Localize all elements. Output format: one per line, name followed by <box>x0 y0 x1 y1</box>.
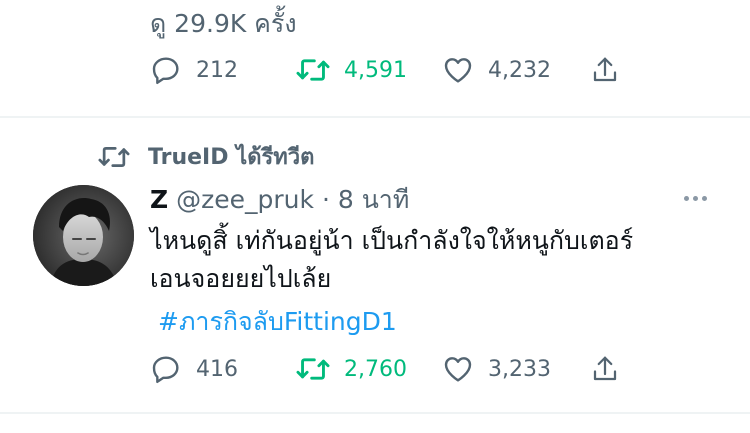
tweet-text-line: ไหนดูสิ้ เท่กันอยู่น้า เป็นกำลังใจให้หนู… <box>150 226 634 255</box>
tweet-header: Z @zee_pruk · 8 นาที <box>150 180 409 220</box>
tweet-timestamp[interactable]: 8 นาที <box>338 185 409 214</box>
reply-icon <box>152 356 179 383</box>
retweet-count: 2,760 <box>344 356 407 382</box>
header-separator: · <box>321 185 330 214</box>
more-dot <box>693 196 698 201</box>
display-name[interactable]: Z <box>150 185 168 214</box>
like-button[interactable]: 3,233 <box>442 351 551 387</box>
avatar[interactable] <box>33 185 134 286</box>
retweet-icon <box>296 59 330 81</box>
user-handle[interactable]: @zee_pruk <box>176 185 314 214</box>
like-count: 3,233 <box>488 356 551 382</box>
more-dot <box>684 196 689 201</box>
share-icon <box>593 57 617 82</box>
like-button[interactable]: 4,232 <box>442 52 551 88</box>
share-button[interactable] <box>590 351 620 387</box>
retweet-button[interactable]: 4,591 <box>296 52 407 88</box>
view-count: ดู 29.9K ครั้ง <box>150 9 297 38</box>
reply-count: 212 <box>196 57 238 83</box>
retweet-count: 4,591 <box>344 57 407 83</box>
tweet-text: ไหนดูสิ้ เท่กันอยู่น้า เป็นกำลังใจให้หนู… <box>150 222 730 298</box>
share-icon <box>593 356 617 381</box>
more-dot <box>702 196 707 201</box>
retweet-icon <box>296 358 330 380</box>
heart-icon <box>444 357 472 382</box>
like-count: 4,232 <box>488 57 551 83</box>
profile-photo <box>33 185 134 286</box>
reply-button[interactable]: 212 <box>150 52 238 88</box>
retweet-icon <box>98 146 130 167</box>
retweet-button[interactable]: 2,760 <box>296 351 407 387</box>
tweet-divider <box>0 412 750 414</box>
reply-button[interactable]: 416 <box>150 351 238 387</box>
hashtag-link[interactable]: #ภารกิจลับFittingD1 <box>158 302 397 342</box>
reply-icon <box>152 57 179 84</box>
share-button[interactable] <box>590 52 620 88</box>
more-options-button[interactable] <box>684 196 707 201</box>
reply-count: 416 <box>196 356 238 382</box>
tweet-text-line: เอนจอยยยไปเล้ย <box>150 264 332 293</box>
heart-icon <box>444 58 472 83</box>
retweeted-by-label: TrueID ได้รีทวีต <box>148 145 315 170</box>
retweeted-by-header[interactable]: TrueID ได้รีทวีต <box>98 139 314 174</box>
tweet-divider <box>0 116 750 118</box>
